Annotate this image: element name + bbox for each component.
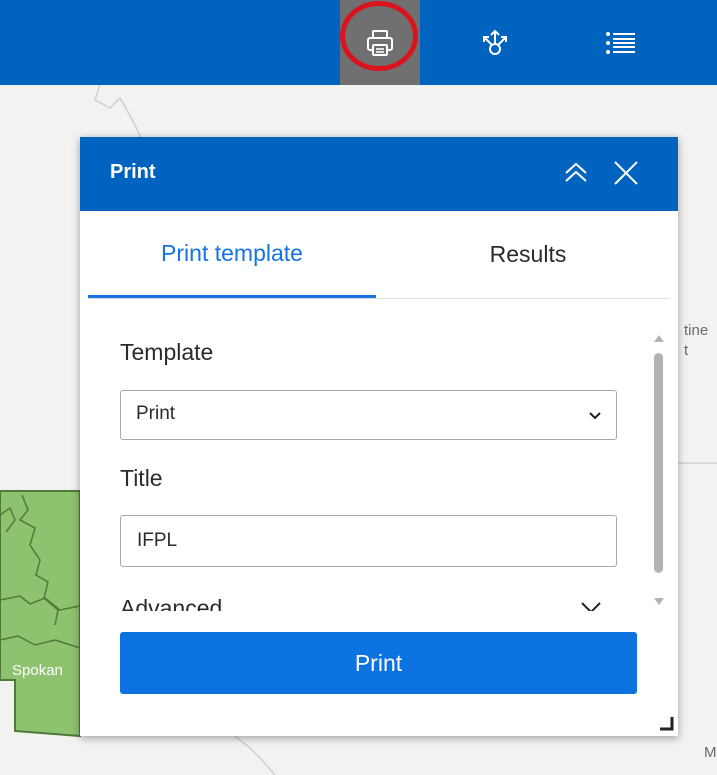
map-label-right-top: tine xyxy=(684,322,709,339)
tab-results[interactable]: Results xyxy=(386,211,670,298)
panel-title: Print xyxy=(110,161,156,183)
map-label-right-mid: t xyxy=(684,342,689,359)
tab-print-template[interactable]: Print template xyxy=(88,211,376,298)
chevron-down-icon xyxy=(589,412,601,420)
resize-handle-icon[interactable] xyxy=(658,715,674,731)
layer-list-icon xyxy=(606,31,635,54)
advanced-label: Advanced xyxy=(120,595,223,611)
print-panel: Print Print template Results Template Pr… xyxy=(80,137,678,736)
advanced-toggle[interactable]: Advanced xyxy=(120,591,617,611)
panel-scrollbar[interactable] xyxy=(651,334,667,610)
print-button[interactable]: Print xyxy=(120,632,637,694)
double-chevron-up-icon xyxy=(565,162,587,182)
map-label-bottom-right: M xyxy=(704,744,717,761)
share-tool-button[interactable] xyxy=(455,0,535,85)
chevron-down-icon xyxy=(581,602,601,611)
template-select-value: Print xyxy=(136,403,176,424)
scrollbar-thumb[interactable] xyxy=(654,353,663,573)
top-toolbar xyxy=(0,0,717,85)
layer-list-tool-button[interactable] xyxy=(580,0,660,85)
close-icon xyxy=(614,161,638,185)
panel-header: Print xyxy=(80,137,678,211)
print-form: Template Print Title Advanced xyxy=(80,299,678,611)
highlight-ring xyxy=(340,1,418,71)
close-button[interactable] xyxy=(608,155,644,191)
share-icon xyxy=(483,29,507,55)
collapse-button[interactable] xyxy=(558,155,594,191)
map-label-city: Spokan xyxy=(12,662,63,679)
template-select[interactable]: Print xyxy=(120,390,617,440)
print-tool-button[interactable] xyxy=(340,0,420,85)
title-input[interactable] xyxy=(120,515,617,567)
panel-tabs: Print template Results xyxy=(88,211,670,299)
template-label: Template xyxy=(120,339,214,365)
scroll-up-arrow-icon[interactable] xyxy=(654,334,664,342)
title-label: Title xyxy=(120,465,163,491)
scroll-down-arrow-icon[interactable] xyxy=(654,598,664,606)
app-window: Spokan tine t M Print Print template Res… xyxy=(0,0,717,775)
